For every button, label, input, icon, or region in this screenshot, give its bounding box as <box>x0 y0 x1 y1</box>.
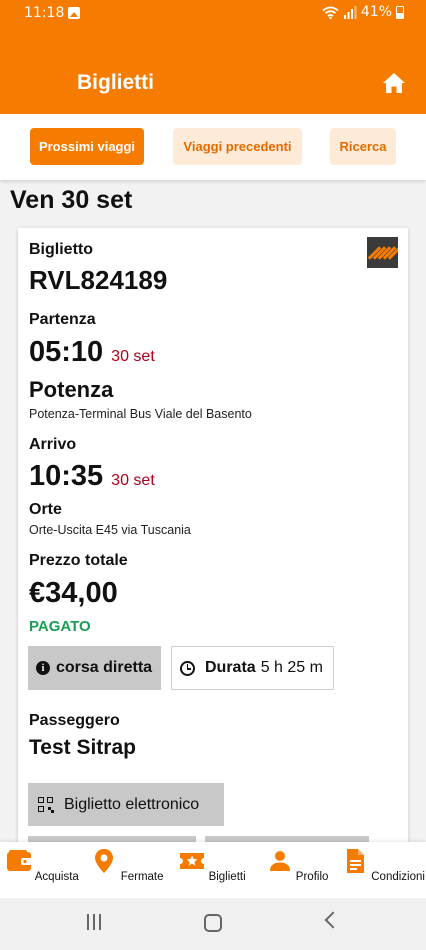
arrival-stop: Orte-Uscita E45 via Tuscania <box>29 523 191 537</box>
nav-profilo[interactable]: Profilo <box>255 848 340 883</box>
trip-tabs: Prossimi viaggi Viaggi precedenti Ricerc… <box>0 114 426 180</box>
wifi-icon <box>322 6 339 19</box>
departure-time-row: 05:10 30 set <box>29 336 155 369</box>
tab-search[interactable]: Ricerca <box>330 128 396 165</box>
departure-city: Potenza <box>29 377 114 402</box>
status-bar: 11:18 41% <box>0 0 426 28</box>
arrival-label: Arrivo <box>29 436 77 453</box>
bottom-nav: Acquista Fermate Biglietti Profilo Condi… <box>0 842 426 898</box>
nav-fermate[interactable]: Fermate <box>85 848 170 883</box>
arrival-time-row: 10:35 30 set <box>29 460 155 493</box>
eticket-button[interactable]: Biglietto elettronico <box>28 783 224 826</box>
system-home-icon[interactable] <box>204 914 222 932</box>
ticket-star-icon <box>180 853 205 869</box>
back-icon[interactable] <box>324 911 342 929</box>
passenger-name: Test Sitrap <box>29 736 136 759</box>
departure-time: 05:10 <box>29 336 104 368</box>
ticket-label: Biglietto <box>29 241 93 258</box>
tab-upcoming-trips[interactable]: Prossimi viaggi <box>30 128 144 165</box>
home-icon[interactable] <box>382 72 406 94</box>
clock-icon <box>180 660 195 676</box>
app-bar: Biglietti <box>0 28 426 114</box>
ticket-card[interactable]: Biglietto RVL824189 Partenza 05:10 30 set… <box>18 228 408 844</box>
departure-stop: Potenza-Terminal Bus Viale del Basento <box>29 407 252 421</box>
duration-label: Durata <box>205 659 256 676</box>
nav-label: Condizioni <box>371 871 425 883</box>
tab-past-trips[interactable]: Viaggi precedenti <box>173 128 302 165</box>
person-icon <box>269 851 290 871</box>
nav-condizioni[interactable]: Condizioni <box>341 848 426 883</box>
day-header: Ven 30 set <box>10 186 133 214</box>
ticket-code: RVL824189 <box>29 265 168 295</box>
status-time: 11:18 <box>24 5 65 21</box>
departure-label: Partenza <box>29 311 96 328</box>
nav-label: Biglietti <box>208 871 246 883</box>
arrival-time: 10:35 <box>29 460 104 492</box>
status-right: 41% <box>322 4 404 20</box>
nav-biglietti[interactable]: Biglietti <box>170 848 255 883</box>
operator-logo <box>367 237 398 268</box>
duration-chip: Durata 5 h 25 m <box>171 646 334 690</box>
document-icon <box>347 849 365 873</box>
battery-percent: 41% <box>360 4 392 20</box>
duration-value: 5 h 25 m <box>260 659 323 676</box>
map-pin-icon <box>95 849 114 873</box>
departure-date: 30 set <box>111 348 155 365</box>
arrival-city: Orte <box>29 501 62 518</box>
info-icon: i <box>36 661 50 675</box>
qr-code-icon <box>38 796 54 813</box>
recents-icon[interactable] <box>87 914 103 930</box>
image-notification-icon <box>68 7 80 19</box>
nav-label: Acquista <box>34 871 79 883</box>
nav-label: Profilo <box>295 871 329 883</box>
signal-icon <box>343 5 357 19</box>
direct-trip-label: corsa diretta <box>56 659 153 676</box>
nav-label: Fermate <box>120 871 164 883</box>
battery-icon <box>396 5 404 19</box>
price-total: €34,00 <box>29 577 118 609</box>
system-nav-bar <box>0 898 426 950</box>
eticket-label: Biglietto elettronico <box>64 795 200 813</box>
wallet-icon <box>7 850 33 871</box>
direct-trip-chip[interactable]: i corsa diretta <box>28 646 161 690</box>
payment-status: PAGATO <box>29 618 91 635</box>
arrival-date: 30 set <box>111 472 155 489</box>
price-label: Prezzo totale <box>29 552 128 569</box>
nav-acquista[interactable]: Acquista <box>0 848 85 883</box>
passenger-label: Passeggero <box>29 712 120 729</box>
page-title: Biglietti <box>77 71 154 94</box>
